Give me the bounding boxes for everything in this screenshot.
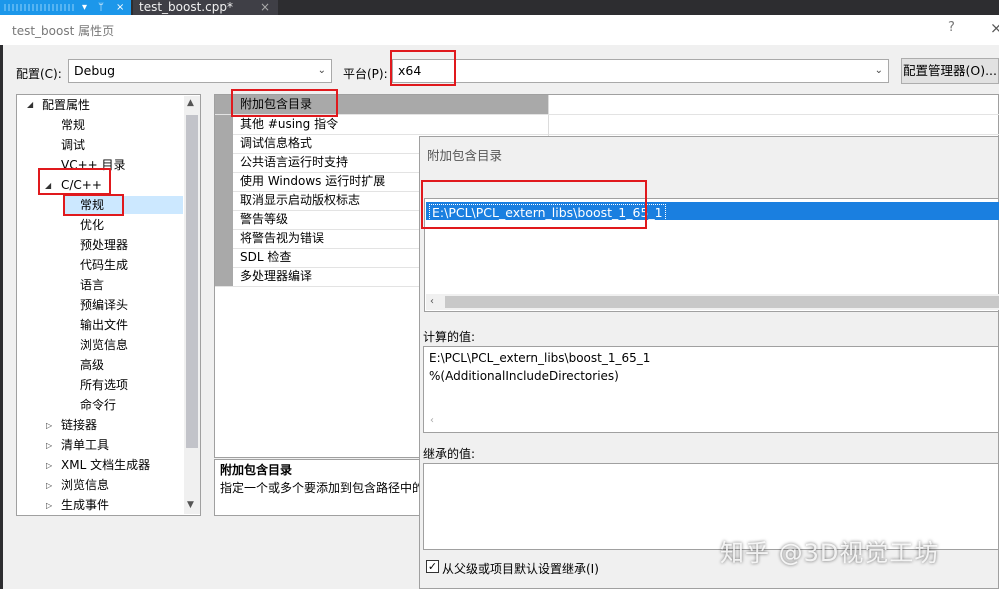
editor-title: 附加包含目录 <box>427 148 503 163</box>
tree-item-config-props[interactable]: 配置属性 <box>42 96 90 114</box>
grid-row[interactable]: 其他 #using 指令 <box>215 115 999 135</box>
help-button[interactable]: ? <box>948 20 955 35</box>
tree-item-precompiled[interactable]: 预编译头 <box>80 296 128 314</box>
tree-item-codegen[interactable]: 代码生成 <box>80 256 128 274</box>
collapsed-arrow-icon[interactable]: ▷ <box>46 441 52 450</box>
platform-select[interactable]: x64 ⌄ <box>392 59 889 83</box>
tree-item-build-events[interactable]: 生成事件 <box>61 496 109 514</box>
watermark: 知乎 @3D视觉工坊 <box>720 539 940 567</box>
config-value: Debug <box>74 63 116 78</box>
computed-line: E:\PCL\PCL_extern_libs\boost_1_65_1 <box>429 351 651 365</box>
collapsed-arrow-icon[interactable]: ▷ <box>46 461 52 470</box>
highlight-box-platform <box>390 50 456 86</box>
ide-panel-header: ▾ ᛘ × <box>0 0 131 15</box>
config-label: 配置(C): <box>16 67 62 81</box>
chevron-down-icon: ⌄ <box>874 65 883 76</box>
expanded-arrow-icon[interactable]: ◢ <box>27 100 33 109</box>
tree-item-browse-info[interactable]: 浏览信息 <box>80 336 128 354</box>
tree-item-all-options[interactable]: 所有选项 <box>80 376 128 394</box>
title-bar <box>0 15 999 45</box>
tree-item-general[interactable]: 常规 <box>61 116 85 134</box>
scroll-down-icon[interactable]: ▼ <box>187 500 194 510</box>
close-icon[interactable]: × <box>116 0 124 15</box>
dropdown-icon[interactable]: ▾ <box>82 0 87 15</box>
tree-item-browse[interactable]: 浏览信息 <box>61 476 109 494</box>
tree-item-command-line[interactable]: 命令行 <box>80 396 116 414</box>
tree-item-debugging[interactable]: 调试 <box>61 136 85 154</box>
window-title: test_boost 属性页 <box>12 24 115 38</box>
inherit-checkbox-label[interactable]: 从父级或项目默认设置继承(I) <box>442 560 599 577</box>
tree-item-language[interactable]: 语言 <box>80 276 104 294</box>
document-tab-label: test_boost.cpp* <box>139 0 233 14</box>
document-tab[interactable]: test_boost.cpp* × <box>133 0 278 15</box>
config-select[interactable]: Debug ⌄ <box>68 59 332 83</box>
inherit-checkbox[interactable]: ✓ <box>426 560 439 573</box>
description-text: 指定一个或多个要添加到包含路径中的 <box>220 481 420 495</box>
panel-grip <box>4 4 74 11</box>
grid-row-name: 其他 #using 指令 <box>215 115 549 134</box>
tree-item-preprocessor[interactable]: 预处理器 <box>80 236 128 254</box>
inherited-label: 继承的值: <box>423 447 476 461</box>
platform-label: 平台(P): <box>343 67 388 81</box>
scroll-up-icon[interactable]: ▲ <box>187 98 194 108</box>
config-manager-button[interactable]: 配置管理器(O)... <box>901 58 999 84</box>
list-hscroll-thumb[interactable] <box>445 296 999 308</box>
tree-item-optimization[interactable]: 优化 <box>80 216 104 234</box>
highlight-box-general <box>63 194 124 216</box>
tree-item-output-files[interactable]: 输出文件 <box>80 316 128 334</box>
scroll-left-icon: ‹ <box>430 415 434 426</box>
close-button[interactable]: × <box>990 19 999 37</box>
collapsed-arrow-icon[interactable]: ▷ <box>46 481 52 490</box>
collapsed-arrow-icon[interactable]: ▷ <box>46 421 52 430</box>
tree-item-linker[interactable]: 链接器 <box>61 416 97 434</box>
collapsed-arrow-icon[interactable]: ▷ <box>46 501 52 510</box>
pin-icon[interactable]: ᛘ <box>98 0 104 15</box>
tree-item-xml-doc[interactable]: XML 文档生成器 <box>61 456 150 474</box>
tab-close-icon[interactable]: × <box>260 0 270 15</box>
tree-item-advanced[interactable]: 高级 <box>80 356 104 374</box>
computed-line: %(AdditionalIncludeDirectories) <box>429 369 619 383</box>
chevron-down-icon: ⌄ <box>317 65 326 76</box>
tree-scroll-thumb[interactable] <box>186 115 198 448</box>
highlight-box-cpp <box>38 168 111 195</box>
scroll-left-icon[interactable]: ‹ <box>430 296 434 307</box>
description-title: 附加包含目录 <box>220 463 293 477</box>
highlight-box-path <box>421 180 647 229</box>
highlight-box-include-dirs <box>231 89 338 117</box>
computed-label: 计算的值: <box>423 330 476 344</box>
tree-item-manifest[interactable]: 清单工具 <box>61 436 109 454</box>
